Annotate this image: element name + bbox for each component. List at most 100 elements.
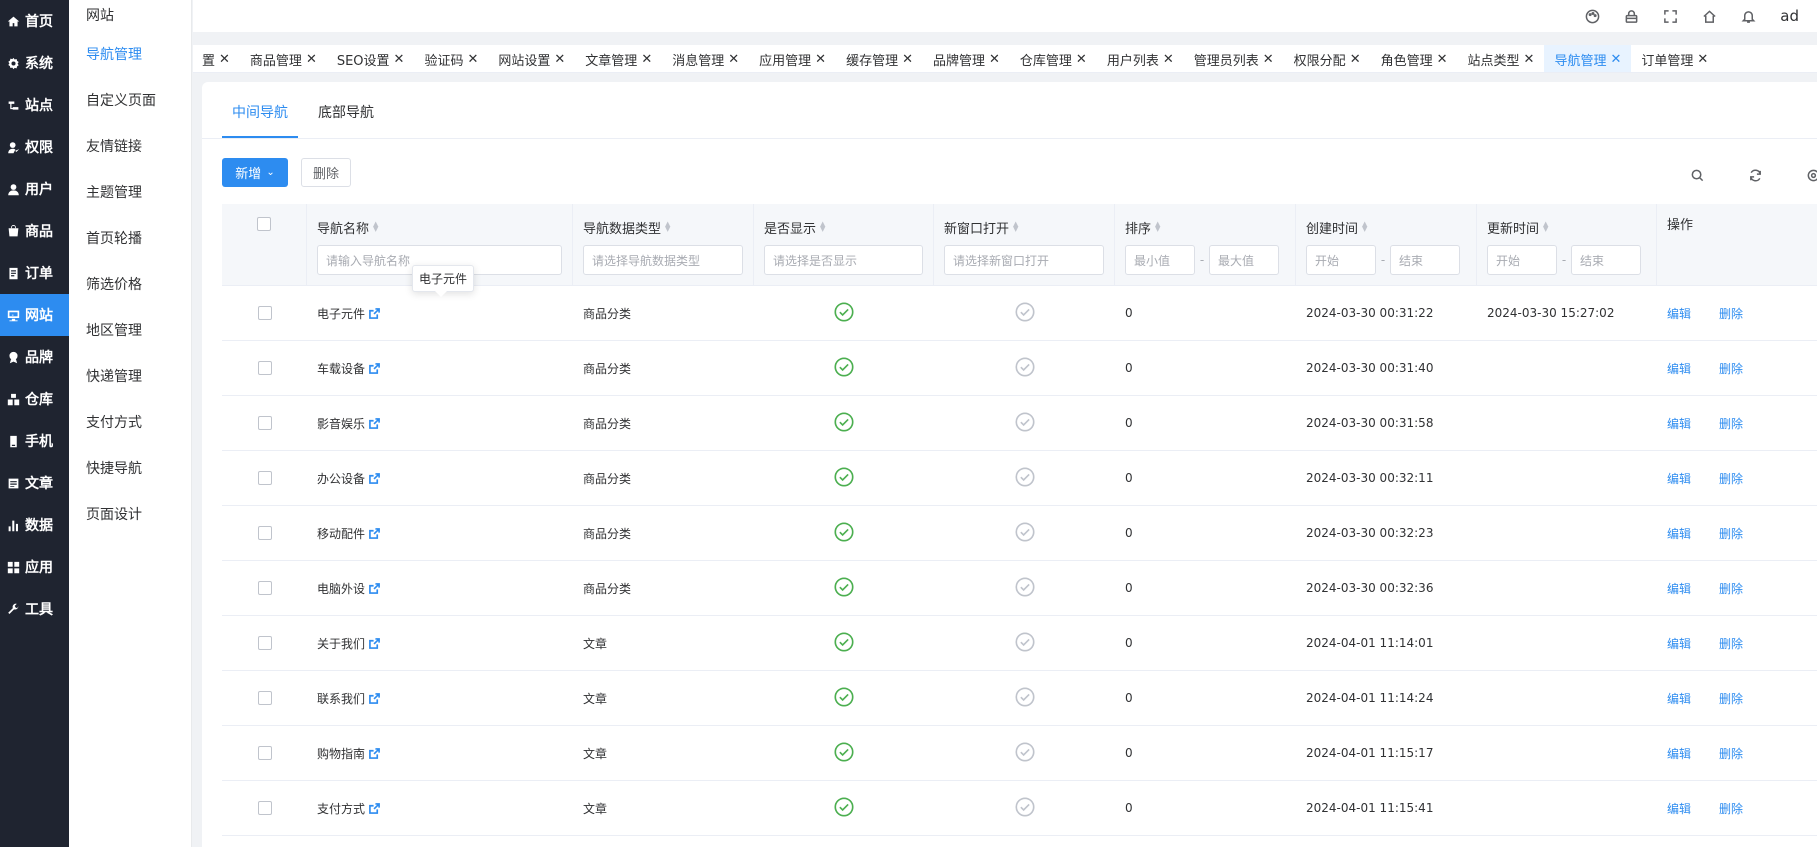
tab-item[interactable]: 仓库管理 ✕ — [1010, 45, 1097, 72]
sort-icon[interactable]: ▲ ▼ — [1362, 221, 1367, 233]
close-icon[interactable]: ✕ — [554, 52, 565, 67]
sidebar-item-mobile[interactable]: 手机 — [0, 420, 69, 462]
external-link-icon[interactable] — [369, 362, 380, 374]
tab-item[interactable]: 导航管理 ✕ — [1544, 45, 1632, 72]
sidebar-item-website[interactable]: 网站 — [0, 294, 69, 336]
subnav-item[interactable]: 快捷导航 — [69, 446, 191, 492]
edit-link[interactable]: 编辑 — [1667, 525, 1691, 542]
external-link-icon[interactable] — [369, 747, 380, 759]
external-link-icon[interactable] — [369, 637, 380, 649]
delete-link[interactable]: 删除 — [1719, 415, 1743, 432]
row-checkbox[interactable] — [257, 691, 272, 705]
external-link-icon[interactable] — [369, 527, 380, 539]
settings-icon[interactable] — [1805, 167, 1817, 183]
tab-item[interactable]: 文章管理 ✕ — [575, 45, 662, 72]
subnav-item[interactable]: 筛选价格 — [69, 262, 191, 308]
tab-item[interactable]: 权限分配 ✕ — [1284, 45, 1371, 72]
close-icon[interactable]: ✕ — [467, 52, 478, 67]
created-end-input[interactable]: 结束 — [1390, 245, 1460, 275]
tab-item[interactable]: 置 ✕ — [193, 45, 240, 72]
subnav-item[interactable]: 自定义页面 — [69, 78, 191, 124]
delete-link[interactable]: 删除 — [1719, 580, 1743, 597]
edit-link[interactable]: 编辑 — [1667, 305, 1691, 322]
edit-link[interactable]: 编辑 — [1667, 360, 1691, 377]
tab-item[interactable]: 消息管理 ✕ — [662, 45, 749, 72]
tab-item[interactable]: 商品管理 ✕ — [240, 45, 327, 72]
edit-link[interactable]: 编辑 — [1667, 800, 1691, 817]
external-link-icon[interactable] — [369, 472, 380, 484]
tab-item[interactable]: 网站设置 ✕ — [488, 45, 575, 72]
close-icon[interactable]: ✕ — [1163, 52, 1174, 67]
sidebar-item-order[interactable]: 订单 — [0, 252, 69, 294]
external-link-icon[interactable] — [369, 417, 380, 429]
sort-min-input[interactable]: 最小值 — [1125, 245, 1195, 275]
close-icon[interactable]: ✕ — [1524, 52, 1535, 67]
tab-item[interactable]: 管理员列表 ✕ — [1184, 45, 1284, 72]
sort-icon[interactable]: ▲ ▼ — [665, 221, 670, 233]
tab-item[interactable]: 站点类型 ✕ — [1458, 45, 1545, 72]
delete-link[interactable]: 删除 — [1719, 305, 1743, 322]
edit-link[interactable]: 编辑 — [1667, 745, 1691, 762]
sidebar-item-chart[interactable]: 数据 — [0, 504, 69, 546]
subnav-item[interactable]: 快递管理 — [69, 354, 191, 400]
external-link-icon[interactable] — [369, 692, 380, 704]
bell-icon[interactable] — [1738, 6, 1758, 26]
bulk-delete-button[interactable]: 删除 — [301, 158, 351, 187]
sort-icon[interactable]: ▲ ▼ — [1013, 221, 1018, 233]
subnav-item[interactable]: 主题管理 — [69, 170, 191, 216]
sub-tab[interactable]: 底部导航 — [308, 81, 384, 138]
row-checkbox[interactable] — [257, 526, 272, 540]
external-link-icon[interactable] — [369, 582, 380, 594]
updated-end-input[interactable]: 结束 — [1571, 245, 1641, 275]
close-icon[interactable]: ✕ — [989, 52, 1000, 67]
close-icon[interactable]: ✕ — [641, 52, 652, 67]
close-icon[interactable]: ✕ — [1076, 52, 1087, 67]
sidebar-item-user[interactable]: 用户 — [0, 168, 69, 210]
visible-filter-select[interactable]: 请选择是否显示 — [764, 245, 923, 275]
add-button[interactable]: 新增 ⌄ — [222, 158, 288, 187]
sidebar-item-wrench[interactable]: 工具 — [0, 588, 69, 630]
delete-link[interactable]: 删除 — [1719, 745, 1743, 762]
delete-link[interactable]: 删除 — [1719, 635, 1743, 652]
tab-item[interactable]: 缓存管理 ✕ — [836, 45, 923, 72]
edit-link[interactable]: 编辑 — [1667, 580, 1691, 597]
sort-icon[interactable]: ▲ ▼ — [820, 221, 825, 233]
sidebar-item-gear[interactable]: 系统 — [0, 42, 69, 84]
edit-link[interactable]: 编辑 — [1667, 690, 1691, 707]
close-icon[interactable]: ✕ — [728, 52, 739, 67]
lock-screen-icon[interactable] — [1621, 6, 1641, 26]
sidebar-item-apps[interactable]: 应用 — [0, 546, 69, 588]
close-icon[interactable]: ✕ — [902, 52, 913, 67]
row-checkbox[interactable] — [257, 471, 272, 485]
tab-item[interactable]: SEO设置 ✕ — [327, 45, 415, 72]
close-icon[interactable]: ✕ — [1350, 52, 1361, 67]
row-checkbox[interactable] — [257, 306, 272, 320]
close-icon[interactable]: ✕ — [394, 52, 405, 67]
tab-item[interactable]: 品牌管理 ✕ — [923, 45, 1010, 72]
close-icon[interactable]: ✕ — [219, 52, 230, 67]
close-icon[interactable]: ✕ — [815, 52, 826, 67]
tab-item[interactable]: 角色管理 ✕ — [1371, 45, 1458, 72]
row-checkbox[interactable] — [257, 746, 272, 760]
edit-link[interactable]: 编辑 — [1667, 415, 1691, 432]
search-icon[interactable] — [1689, 167, 1705, 183]
subnav-item[interactable]: 页面设计 — [69, 492, 191, 538]
tab-item[interactable]: 用户列表 ✕ — [1097, 45, 1184, 72]
close-icon[interactable]: ✕ — [1437, 52, 1448, 67]
user-name[interactable]: ad — [1780, 7, 1799, 25]
row-checkbox[interactable] — [257, 416, 272, 430]
sort-icon[interactable]: ▲ ▼ — [373, 221, 378, 233]
delete-link[interactable]: 删除 — [1719, 800, 1743, 817]
delete-link[interactable]: 删除 — [1719, 360, 1743, 377]
sort-icon[interactable]: ▲ ▼ — [1155, 221, 1160, 233]
sidebar-item-sites[interactable]: 站点 — [0, 84, 69, 126]
new-window-filter-select[interactable]: 请选择新窗口打开 — [944, 245, 1104, 275]
sidebar-item-permission[interactable]: 权限 — [0, 126, 69, 168]
delete-link[interactable]: 删除 — [1719, 525, 1743, 542]
sub-tab[interactable]: 中间导航 — [222, 81, 298, 138]
close-icon[interactable]: ✕ — [1263, 52, 1274, 67]
edit-link[interactable]: 编辑 — [1667, 470, 1691, 487]
delete-link[interactable]: 删除 — [1719, 470, 1743, 487]
subnav-item[interactable]: 支付方式 — [69, 400, 191, 446]
subnav-item[interactable]: 导航管理 — [69, 32, 191, 78]
